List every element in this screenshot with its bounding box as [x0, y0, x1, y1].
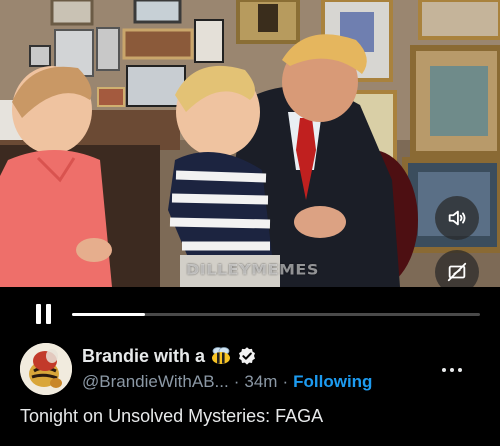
- progress-bar[interactable]: [72, 313, 480, 316]
- pip-icon: [447, 262, 467, 282]
- pause-button[interactable]: [30, 301, 56, 327]
- volume-icon: [448, 210, 466, 226]
- more-icon: [450, 368, 454, 372]
- more-icon: [458, 368, 462, 372]
- handle[interactable]: @BrandieWithAB...: [82, 372, 229, 392]
- video-frame: [0, 0, 500, 287]
- separator: ·: [233, 372, 240, 391]
- post-text: Tonight on Unsolved Mysteries: FAGA: [20, 406, 324, 426]
- author-meta-row: @BrandieWithAB... · 34m · Following: [82, 371, 372, 393]
- timestamp[interactable]: 34m: [244, 372, 277, 392]
- video-controls: [0, 287, 500, 339]
- pause-icon: [35, 304, 41, 324]
- progress-fill: [72, 313, 146, 316]
- video-player[interactable]: DILLEYMEMES: [0, 0, 500, 287]
- picture-in-picture-button[interactable]: [435, 250, 479, 287]
- verified-badge-icon: [239, 347, 256, 365]
- avatar-image: [20, 343, 72, 395]
- avatar[interactable]: [20, 343, 72, 395]
- video-watermark: DILLEYMEMES: [186, 260, 319, 279]
- pause-icon: [45, 304, 51, 324]
- separator: ·: [282, 372, 289, 391]
- more-button[interactable]: [438, 360, 466, 380]
- volume-button[interactable]: [435, 196, 479, 240]
- bee-icon: [212, 347, 231, 364]
- more-icon: [442, 368, 446, 372]
- author-name-row[interactable]: Brandie with a: [82, 344, 257, 368]
- following-button[interactable]: Following: [293, 372, 372, 392]
- display-name[interactable]: Brandie with a: [82, 346, 205, 367]
